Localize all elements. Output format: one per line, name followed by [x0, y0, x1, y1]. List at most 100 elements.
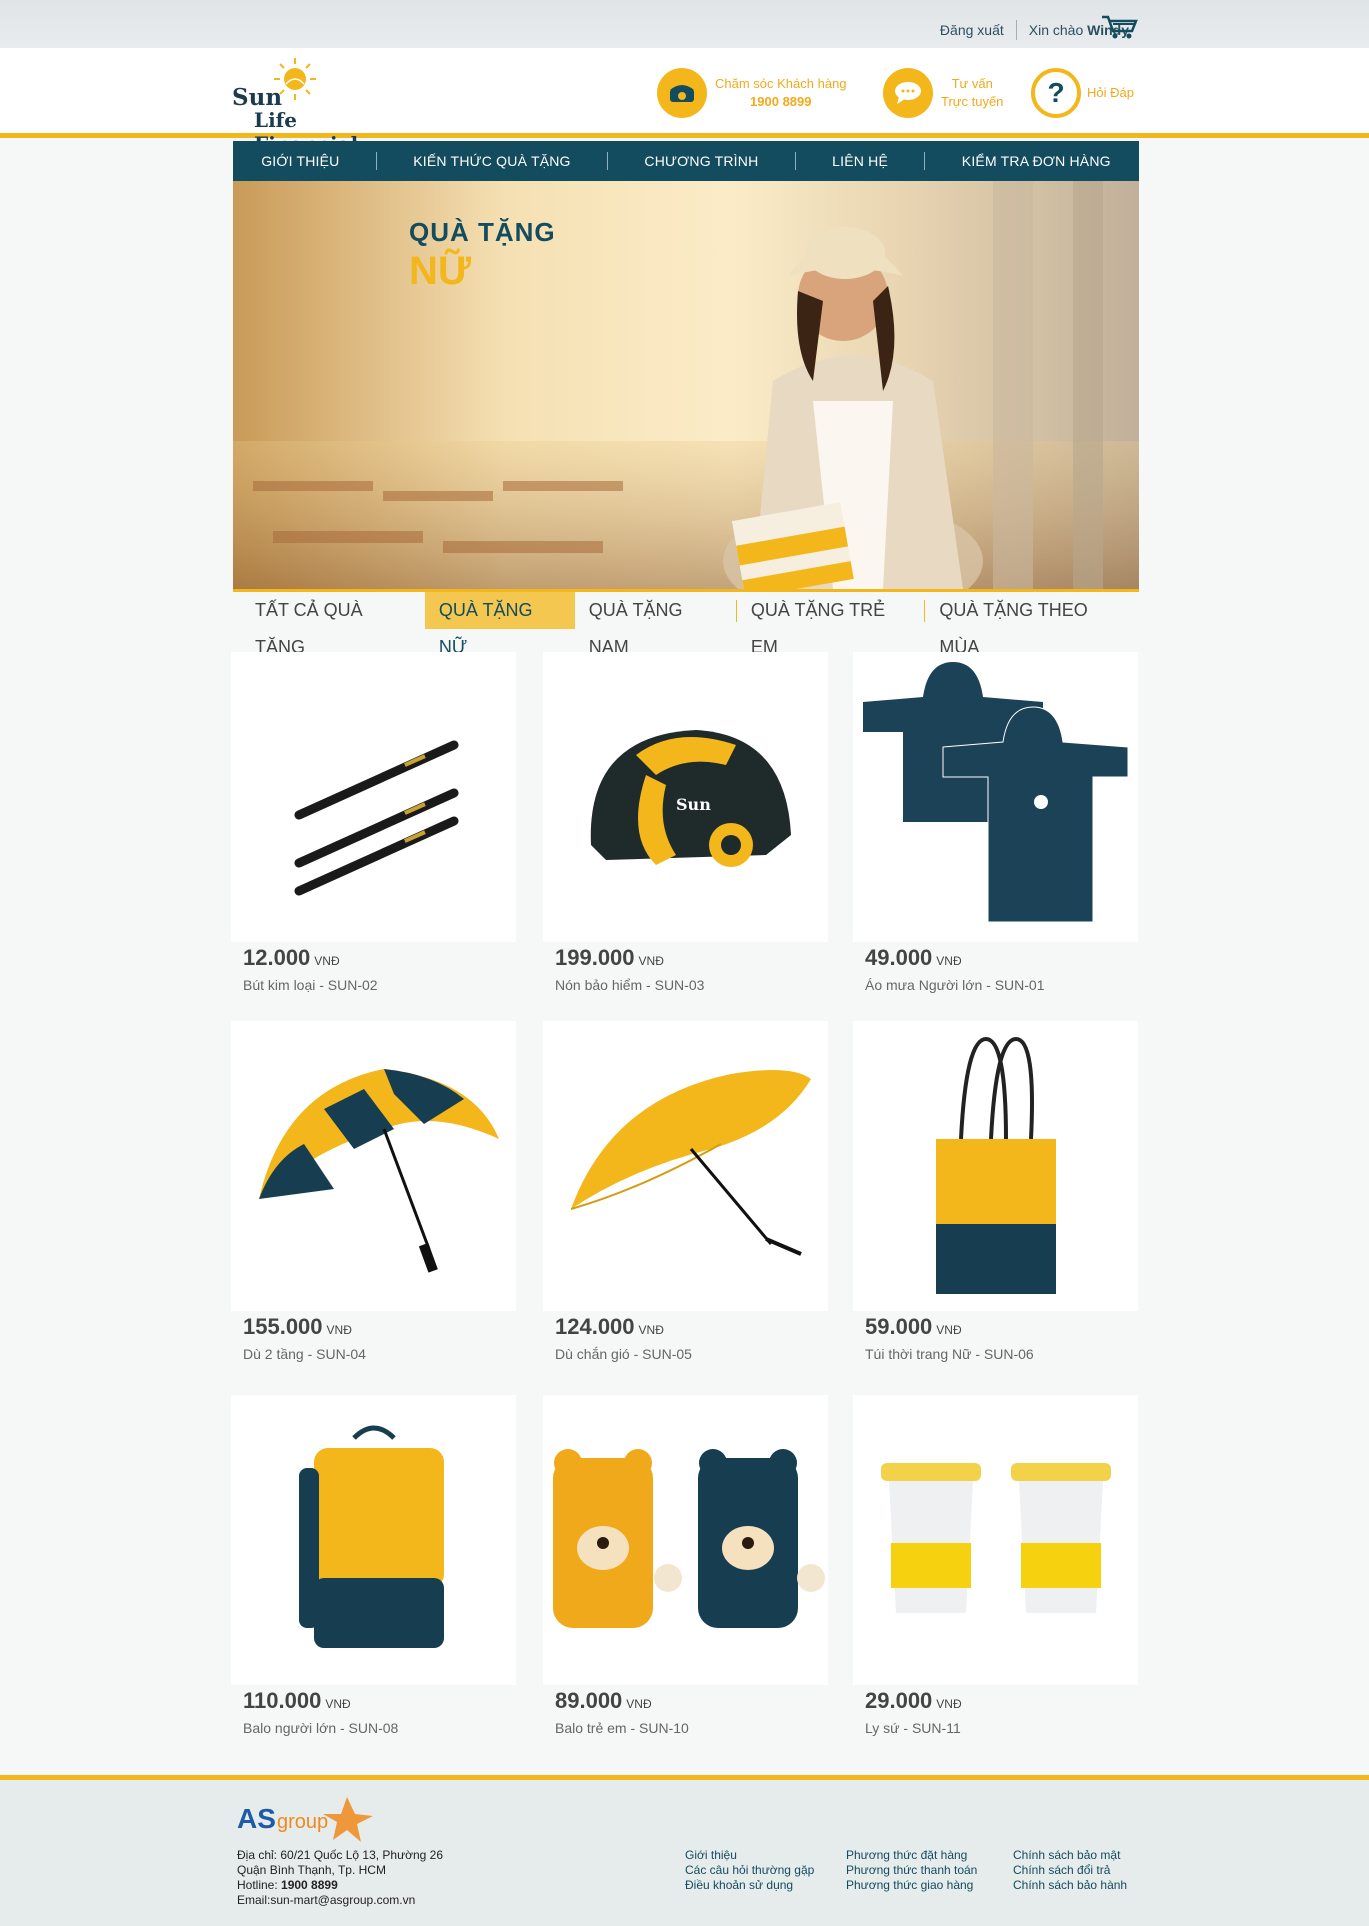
product-name[interactable]: Balo người lớn - SUN-08 — [243, 1720, 398, 1736]
product-name[interactable]: Áo mưa Người lớn - SUN-01 — [865, 977, 1044, 993]
category-tabs: TẤT CẢ QUÀ TẶNG QUÀ TẶNG NỮ QUÀ TẶNG NAM… — [233, 589, 1139, 657]
tab-women-gifts[interactable]: QUÀ TẶNG NỮ — [424, 592, 575, 657]
product-price: 29.000 VNĐ — [865, 1688, 962, 1714]
backpack-icon[interactable] — [231, 1395, 516, 1680]
online-advice-text: Tư vấn Trực tuyến — [941, 75, 1003, 111]
nav-item-gift-knowledge[interactable]: KIẾN THỨC QUÀ TẶNG — [413, 153, 570, 169]
tab-all-gifts[interactable]: TẤT CẢ QUÀ TẶNG — [233, 592, 425, 657]
price-value: 12.000 — [243, 945, 311, 970]
nav-divider — [375, 152, 377, 170]
umbrella-double-icon[interactable] — [231, 1021, 516, 1306]
sunlife-logo[interactable]: Sun Life Financial — [232, 56, 402, 156]
hotline-number[interactable]: 1900 8899 — [281, 1878, 338, 1892]
product-card[interactable]: Sun 199.000 VNĐ Nón bảo hiểm - SUN-03 — [543, 652, 828, 993]
support-label: Chăm sóc Khách hàng — [715, 76, 847, 91]
product-price: 59.000 VNĐ — [865, 1314, 962, 1340]
footer-link[interactable]: Chính sách bảo hành — [1013, 1878, 1127, 1893]
currency-label: VNĐ — [936, 954, 962, 968]
currency-label: VNĐ — [325, 1697, 351, 1711]
question-icon: ? — [1031, 68, 1081, 118]
header: Sun Life Financial Chăm sóc Khách hàng 1… — [0, 48, 1369, 156]
product-card[interactable]: 124.000 VNĐ Dù chắn gió - SUN-05 — [543, 1021, 828, 1362]
product-name[interactable]: Dù chắn gió - SUN-05 — [555, 1346, 692, 1362]
umbrella-wind-icon[interactable] — [543, 1021, 828, 1306]
footer-email[interactable]: Email:sun-mart@asgroup.com.vn — [237, 1893, 443, 1908]
helmet-logo-text: Sun — [676, 795, 711, 814]
price-value: 110.000 — [243, 1688, 322, 1713]
address-line-2: Quận Bình Thạnh, Tp. HCM — [237, 1863, 386, 1877]
logout-link[interactable]: Đăng xuất — [940, 22, 1004, 38]
hotline: Hotline: 1900 8899 — [237, 1878, 443, 1893]
advice-line-2: Trực tuyến — [941, 94, 1004, 109]
asgroup-logo[interactable]: AS group — [237, 1792, 377, 1851]
chat-icon — [883, 68, 933, 118]
hero-banner[interactable]: QUÀ TẶNG NỮ — [233, 181, 1139, 589]
footer-links-methods: Phương thức đặt hàng Phương thức thanh t… — [846, 1848, 977, 1893]
currency-label: VNĐ — [638, 1323, 664, 1337]
faq-link[interactable]: ? Hỏi Đáp — [1031, 68, 1134, 118]
product-card[interactable]: 29.000 VNĐ Ly sứ - SUN-11 — [853, 1395, 1138, 1736]
product-price: 89.000 VNĐ — [555, 1688, 652, 1714]
product-card[interactable]: 12.000 VNĐ Bút kim loại - SUN-02 — [231, 652, 516, 993]
footer-link[interactable]: Điều khoản sử dụng — [685, 1878, 814, 1893]
support-phone[interactable]: 1900 8899 — [750, 94, 811, 109]
mugs-icon[interactable] — [853, 1395, 1138, 1680]
footer-link[interactable]: Phương thức đặt hàng — [846, 1848, 977, 1863]
product-card[interactable]: 89.000 VNĐ Balo trẻ em - SUN-10 — [543, 1395, 828, 1736]
product-name[interactable]: Dù 2 tầng - SUN-04 — [243, 1346, 366, 1362]
banner-photo — [233, 181, 1139, 589]
product-price: 155.000 VNĐ — [243, 1314, 352, 1340]
pens-icon[interactable] — [231, 652, 516, 937]
tab-men-gifts[interactable]: QUÀ TẶNG NAM — [575, 592, 736, 657]
greeting-label: Xin chào — [1028, 22, 1084, 38]
footer-link[interactable]: Giới thiệu — [685, 1848, 814, 1863]
product-name[interactable]: Túi thời trang Nữ - SUN-06 — [865, 1346, 1034, 1362]
product-card[interactable]: 49.000 VNĐ Áo mưa Người lớn - SUN-01 — [853, 652, 1138, 993]
faq-label: Hỏi Đáp — [1087, 85, 1134, 100]
phone-icon — [657, 68, 707, 118]
price-value: 29.000 — [865, 1688, 933, 1713]
currency-label: VNĐ — [314, 954, 340, 968]
tab-seasonal-gifts[interactable]: QUÀ TẶNG THEO MÙA — [925, 592, 1139, 657]
product-name[interactable]: Nón bảo hiểm - SUN-03 — [555, 977, 704, 993]
kids-backpack-icon[interactable] — [543, 1395, 828, 1680]
product-name[interactable]: Ly sứ - SUN-11 — [865, 1720, 961, 1736]
nav-item-program[interactable]: CHƯƠNG TRÌNH — [644, 153, 758, 169]
customer-care[interactable]: Chăm sóc Khách hàng 1900 8899 — [657, 68, 847, 118]
top-bar: Đăng xuất Xin chào Windy — [0, 0, 1369, 48]
divider — [1015, 20, 1017, 40]
nav-item-contact[interactable]: LIÊN HỆ — [832, 153, 888, 169]
product-name[interactable]: Balo trẻ em - SUN-10 — [555, 1720, 689, 1736]
footer-link[interactable]: Phương thức thanh toán — [846, 1863, 977, 1878]
tab-kids-gifts[interactable]: QUÀ TẶNG TRẺ EM — [737, 592, 925, 657]
price-value: 155.000 — [243, 1314, 323, 1339]
product-card[interactable]: 59.000 VNĐ Túi thời trang Nữ - SUN-06 — [853, 1021, 1138, 1362]
address-line-1: Địa chỉ: 60/21 Quốc Lộ 13, Phường 26 — [237, 1848, 444, 1862]
currency-label: VNĐ — [326, 1323, 352, 1337]
price-value: 199.000 — [555, 945, 635, 970]
logo-text: AS — [237, 1803, 276, 1834]
helmet-icon[interactable]: Sun — [543, 652, 828, 937]
banner-title: QUÀ TẶNG — [409, 217, 556, 247]
online-advice[interactable]: Tư vấn Trực tuyến — [883, 68, 1003, 118]
footer-link[interactable]: Chính sách đổi trả — [1013, 1863, 1127, 1878]
cart-icon[interactable] — [1100, 14, 1140, 40]
nav-divider — [794, 152, 796, 170]
tote-bag-icon[interactable] — [853, 1021, 1138, 1306]
product-card[interactable]: 155.000 VNĐ Dù 2 tầng - SUN-04 — [231, 1021, 516, 1362]
price-value: 49.000 — [865, 945, 933, 970]
currency-label: VNĐ — [638, 954, 664, 968]
customer-care-text: Chăm sóc Khách hàng 1900 8899 — [715, 75, 847, 111]
product-name[interactable]: Bút kim loại - SUN-02 — [243, 977, 378, 993]
raincoat-icon[interactable] — [853, 652, 1138, 937]
footer-link[interactable]: Phương thức giao hàng — [846, 1878, 977, 1893]
product-price: 12.000 VNĐ — [243, 945, 340, 971]
footer: AS group Địa chỉ: 60/21 Quốc Lộ 13, Phườ… — [0, 1775, 1369, 1926]
nav-divider — [607, 152, 609, 170]
product-card[interactable]: 110.000 VNĐ Balo người lớn - SUN-08 — [231, 1395, 516, 1736]
footer-link[interactable]: Các câu hỏi thường gặp — [685, 1863, 814, 1878]
nav-item-about[interactable]: GIỚI THIỆU — [261, 153, 339, 169]
footer-links-info: Giới thiệu Các câu hỏi thường gặp Điều k… — [685, 1848, 814, 1893]
footer-link[interactable]: Chính sách bảo mật — [1013, 1848, 1127, 1863]
nav-item-order-check[interactable]: KIỂM TRA ĐƠN HÀNG — [962, 153, 1111, 169]
